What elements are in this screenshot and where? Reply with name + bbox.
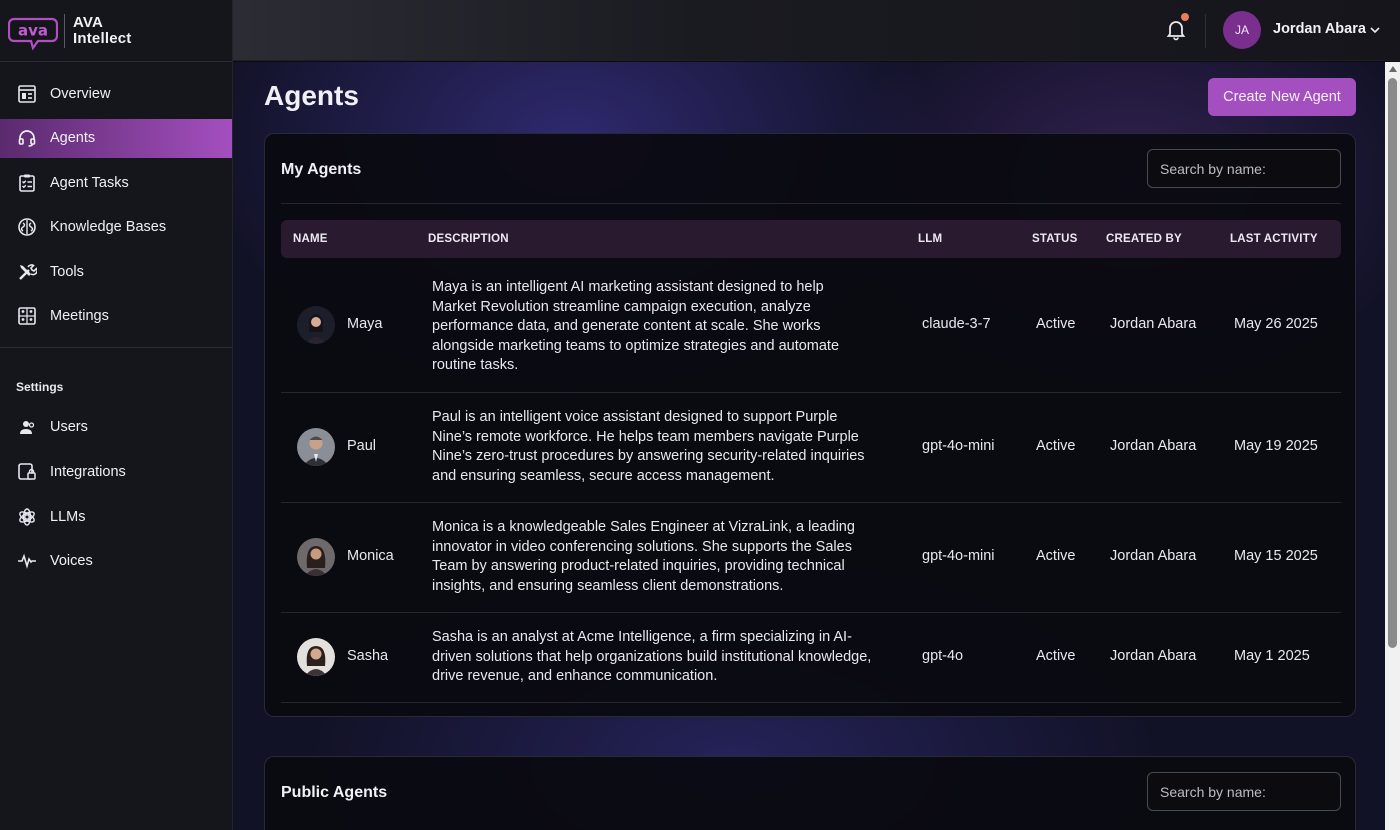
agent-status: Active bbox=[1036, 648, 1076, 664]
table-header: NAME DESCRIPTION LLM STATUS CREATED BY L… bbox=[281, 220, 1341, 258]
table-row[interactable]: Monica Monica is a knowledgeable Sales E… bbox=[281, 503, 1341, 613]
my-agents-search-input[interactable] bbox=[1147, 149, 1341, 188]
topbar-divider bbox=[1205, 14, 1206, 48]
agent-status: Active bbox=[1036, 438, 1076, 454]
svg-text:ava: ava bbox=[18, 21, 48, 39]
agent-name: Monica bbox=[347, 548, 394, 564]
brain-icon bbox=[16, 216, 38, 238]
tools-icon bbox=[16, 261, 38, 283]
agent-status: Active bbox=[1036, 316, 1076, 332]
page-title: Agents bbox=[264, 80, 359, 111]
settings-nav: Users Integrations LLMs Voices bbox=[0, 408, 232, 581]
nav-item-integrations[interactable]: Integrations bbox=[0, 453, 232, 492]
settings-heading: Settings bbox=[16, 379, 64, 394]
column-header-description[interactable]: DESCRIPTION bbox=[428, 233, 509, 245]
users-icon bbox=[16, 416, 38, 438]
agent-avatar bbox=[297, 538, 335, 576]
nav-item-label: Meetings bbox=[50, 308, 109, 325]
nav-item-label: Agent Tasks bbox=[50, 174, 129, 191]
nav-item-llms[interactable]: LLMs bbox=[0, 497, 232, 536]
agent-last-activity: May 26 2025 bbox=[1234, 316, 1318, 332]
agent-last-activity: May 19 2025 bbox=[1234, 438, 1318, 454]
agent-llm: gpt-4o-mini bbox=[922, 438, 995, 454]
nav-item-tools[interactable]: Tools bbox=[0, 252, 232, 291]
nav-item-label: Integrations bbox=[50, 464, 126, 481]
agent-description: Maya is an intelligent AI marketing assi… bbox=[432, 279, 840, 373]
nav-item-label: Tools bbox=[50, 263, 84, 280]
nav-item-label: Knowledge Bases bbox=[50, 219, 167, 236]
sidebar: ava AVA Intellect Overview Agents Agent … bbox=[0, 0, 233, 830]
my-agents-card: My Agents NAME DESCRIPTION LLM STATUS CR… bbox=[264, 133, 1356, 717]
card-divider bbox=[281, 203, 1341, 204]
table-row[interactable]: Paul Paul is an intelligent voice assist… bbox=[281, 393, 1341, 503]
nav-item-label: Voices bbox=[50, 553, 93, 570]
agent-created-by: Jordan Abara bbox=[1110, 316, 1197, 332]
table-row[interactable]: Sasha Sasha is an analyst at Acme Intell… bbox=[281, 613, 1341, 703]
user-name[interactable]: Jordan Abara bbox=[1273, 21, 1366, 37]
main-nav: Overview Agents Agent Tasks Knowledge Ba… bbox=[0, 62, 232, 336]
agent-description: Sasha is an analyst at Acme Intelligence… bbox=[432, 629, 872, 684]
agent-avatar bbox=[297, 638, 335, 676]
agent-last-activity: May 15 2025 bbox=[1234, 548, 1318, 564]
column-header-last-activity[interactable]: LAST ACTIVITY bbox=[1230, 233, 1318, 245]
agent-status: Active bbox=[1036, 548, 1076, 564]
brand[interactable]: ava AVA Intellect bbox=[0, 0, 232, 62]
brand-divider bbox=[64, 13, 65, 48]
nav-item-voices[interactable]: Voices bbox=[0, 542, 232, 581]
nav-item-overview[interactable]: Overview bbox=[0, 74, 232, 113]
agent-llm: claude-3-7 bbox=[922, 316, 991, 332]
nav-item-knowledge-bases[interactable]: Knowledge Bases bbox=[0, 208, 232, 247]
public-agents-card: Public Agents bbox=[264, 756, 1356, 830]
agent-name: Maya bbox=[347, 316, 383, 332]
agent-description: Monica is a knowledgeable Sales Engineer… bbox=[432, 519, 855, 594]
agent-last-activity: May 1 2025 bbox=[1234, 648, 1310, 664]
nav-item-agent-tasks[interactable]: Agent Tasks bbox=[0, 163, 232, 202]
headset-icon bbox=[16, 127, 38, 149]
brand-name-line1: AVA bbox=[73, 13, 104, 31]
notification-dot bbox=[1181, 13, 1189, 21]
my-agents-title: My Agents bbox=[281, 161, 362, 178]
agent-name: Paul bbox=[347, 438, 377, 454]
agent-description: Paul is an intelligent voice assistant d… bbox=[432, 409, 865, 484]
checklist-icon bbox=[16, 172, 38, 194]
column-header-created-by[interactable]: CREATED BY bbox=[1106, 233, 1182, 245]
nav-item-label: LLMs bbox=[50, 508, 86, 525]
agent-created-by: Jordan Abara bbox=[1110, 438, 1197, 454]
ava-logo: ava bbox=[8, 17, 58, 50]
create-new-agent-button[interactable]: Create New Agent bbox=[1208, 78, 1356, 116]
integrations-icon bbox=[16, 461, 38, 483]
user-avatar[interactable]: JA bbox=[1223, 11, 1261, 49]
agent-llm: gpt-4o bbox=[922, 648, 964, 664]
meeting-icon bbox=[16, 305, 38, 327]
brand-name-line2: Intellect bbox=[73, 29, 132, 47]
public-agents-search-input[interactable] bbox=[1147, 772, 1341, 811]
nav-item-meetings[interactable]: Meetings bbox=[0, 297, 232, 336]
agent-avatar bbox=[297, 428, 335, 466]
scroll-up-arrow-icon[interactable] bbox=[1389, 66, 1397, 72]
nav-item-label: Overview bbox=[50, 85, 111, 102]
agent-avatar bbox=[297, 306, 335, 344]
chevron-down-icon[interactable] bbox=[1369, 24, 1381, 36]
nav-item-users[interactable]: Users bbox=[0, 408, 232, 447]
agent-created-by: Jordan Abara bbox=[1110, 548, 1197, 564]
waveform-icon bbox=[16, 550, 38, 572]
agent-llm: gpt-4o-mini bbox=[922, 548, 995, 564]
main-content: Agents Create New Agent My Agents NAME D… bbox=[233, 62, 1385, 830]
llm-icon bbox=[16, 506, 38, 528]
topbar: JA Jordan Abara bbox=[233, 0, 1400, 61]
column-header-status[interactable]: STATUS bbox=[1032, 233, 1078, 245]
nav-item-agents[interactable]: Agents bbox=[0, 118, 232, 158]
column-header-name[interactable]: NAME bbox=[293, 233, 328, 245]
public-agents-title: Public Agents bbox=[281, 784, 388, 801]
brand-name: AVA Intellect bbox=[73, 13, 132, 47]
agent-created-by: Jordan Abara bbox=[1110, 648, 1197, 664]
scrollbar-thumb[interactable] bbox=[1388, 78, 1397, 648]
nav-item-label: Agents bbox=[50, 130, 96, 147]
agent-name: Sasha bbox=[347, 648, 389, 664]
dashboard-icon bbox=[16, 83, 38, 105]
nav-item-label: Users bbox=[50, 419, 88, 436]
column-header-llm[interactable]: LLM bbox=[918, 233, 942, 245]
table-row[interactable]: Maya Maya is an intelligent AI marketing… bbox=[281, 258, 1341, 393]
